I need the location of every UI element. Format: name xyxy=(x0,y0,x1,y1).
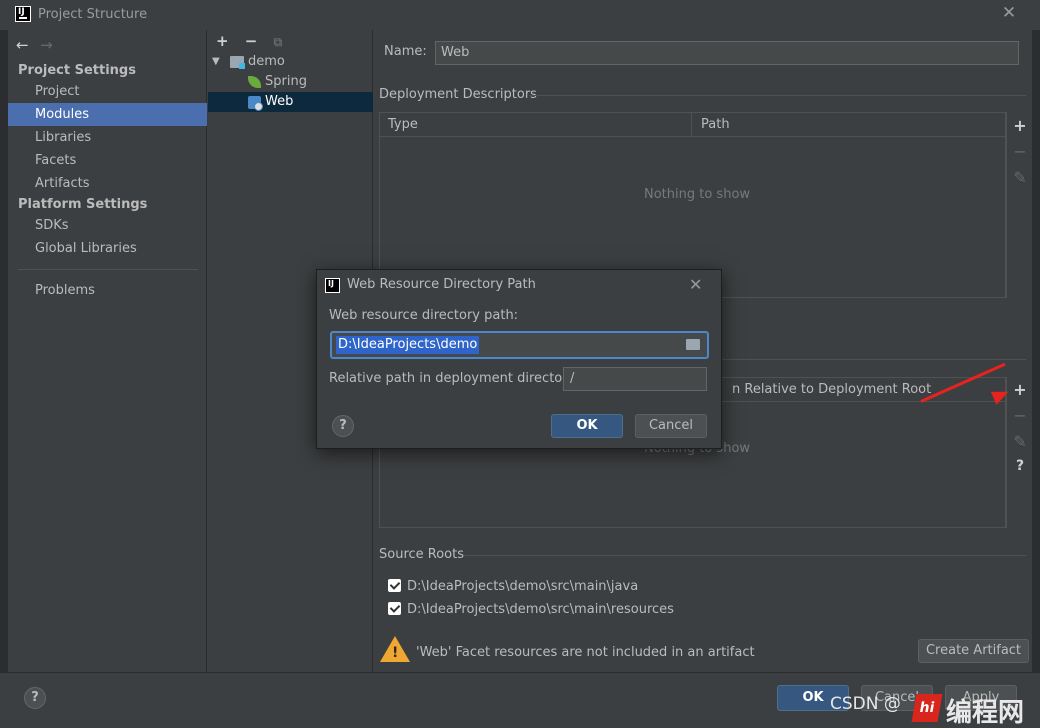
help-button[interactable]: ? xyxy=(24,687,46,709)
relative-path-input[interactable]: / xyxy=(563,367,707,391)
web-roots-toolbar: + − ✎ ? xyxy=(1006,377,1032,528)
create-artifact-button[interactable]: Create Artifact xyxy=(918,639,1029,663)
title-bar: IJ Project Structure ✕ xyxy=(0,0,1040,30)
sidebar-item-problems[interactable]: Problems xyxy=(8,279,207,302)
tree-node-spring[interactable]: Spring xyxy=(208,72,373,92)
tree-node-label: Spring xyxy=(265,74,307,89)
copy-icon[interactable]: ⧉ xyxy=(274,35,298,50)
back-arrow-icon[interactable]: ← xyxy=(16,36,36,54)
watermark-csdn: CSDN @ xyxy=(830,694,901,714)
add-web-root-icon[interactable]: + xyxy=(1011,380,1029,399)
table-header: Type Path xyxy=(380,113,1005,137)
sidebar-divider xyxy=(18,269,198,270)
window-title: Project Structure xyxy=(38,7,148,22)
sidebar-item-facets[interactable]: Facets xyxy=(8,149,207,172)
name-input[interactable]: Web xyxy=(435,41,1019,65)
checked-checkbox-icon[interactable] xyxy=(388,602,401,615)
tree-node-demo[interactable]: ▼ demo xyxy=(208,52,373,72)
settings-sidebar: ← → Project Settings Project Modules Lib… xyxy=(8,30,207,672)
add-icon[interactable]: + xyxy=(216,32,240,50)
sidebar-item-global-libraries[interactable]: Global Libraries xyxy=(8,237,207,260)
deployment-descriptors-title: Deployment Descriptors xyxy=(379,87,537,102)
sidebar-item-artifacts[interactable]: Artifacts xyxy=(8,172,207,195)
module-folder-icon xyxy=(230,56,245,69)
watermark-site: 编程网 xyxy=(946,698,1025,728)
source-roots-title: Source Roots xyxy=(379,547,465,562)
edit-descriptor-icon[interactable]: ✎ xyxy=(1011,168,1029,187)
spring-leaf-icon xyxy=(248,76,261,88)
source-root-checkbox[interactable]: D:\IdeaProjects\demo\src\main\resources xyxy=(388,600,674,620)
edit-web-root-icon[interactable]: ✎ xyxy=(1011,432,1029,451)
sidebar-item-modules[interactable]: Modules xyxy=(8,103,207,126)
remove-descriptor-icon[interactable]: − xyxy=(1011,142,1029,161)
directory-path-input[interactable]: D:\IdeaProjects\demo xyxy=(330,331,709,359)
group-divider xyxy=(529,95,1026,96)
sidebar-item-sdks[interactable]: SDKs xyxy=(8,214,207,237)
expand-triangle-icon[interactable]: ▼ xyxy=(212,52,220,72)
help-icon[interactable]: ? xyxy=(1011,458,1029,474)
watermark-logo: hi xyxy=(911,694,943,722)
group-divider xyxy=(464,555,1026,556)
navigation-arrows: ← → xyxy=(16,36,60,56)
name-label: Name: xyxy=(384,44,427,59)
intellij-logo-icon: IJ xyxy=(325,278,340,293)
close-icon[interactable]: ✕ xyxy=(1000,4,1018,22)
section-title-platform-settings: Platform Settings xyxy=(18,197,148,212)
background-window-edge xyxy=(1032,30,1040,672)
tree-node-web[interactable]: Web xyxy=(208,92,373,112)
dialog-title: Web Resource Directory Path xyxy=(347,277,536,292)
intellij-logo-icon: IJ xyxy=(15,6,31,22)
web-resource-directory-dialog: IJ Web Resource Directory Path ✕ Web res… xyxy=(316,269,722,449)
column-header-path[interactable]: Path xyxy=(693,113,1005,137)
web-facet-icon xyxy=(248,96,263,111)
remove-icon[interactable]: − xyxy=(245,32,269,50)
background-window-edge xyxy=(0,30,8,672)
warning-exclamation: ! xyxy=(392,645,399,661)
sidebar-item-project[interactable]: Project xyxy=(8,80,207,103)
tree-toolbar: + − ⧉ xyxy=(216,32,298,50)
checked-checkbox-icon[interactable] xyxy=(388,579,401,592)
remove-web-root-icon[interactable]: − xyxy=(1011,406,1029,425)
source-root-checkbox[interactable]: D:\IdeaProjects\demo\src\main\java xyxy=(388,577,638,597)
source-root-path: D:\IdeaProjects\demo\src\main\java xyxy=(407,579,639,594)
warning-message: 'Web' Facet resources are not included i… xyxy=(416,645,755,660)
add-descriptor-icon[interactable]: + xyxy=(1011,116,1029,135)
sidebar-item-libraries[interactable]: Libraries xyxy=(8,126,207,149)
tree-node-label: demo xyxy=(248,54,285,69)
dialog-help-button[interactable]: ? xyxy=(332,415,354,437)
dialog-ok-button[interactable]: OK xyxy=(551,414,623,438)
relative-path-label: Relative path in deployment directory: xyxy=(329,371,579,386)
section-title-project-settings: Project Settings xyxy=(18,63,136,78)
path-label: Web resource directory path: xyxy=(329,308,519,323)
dialog-cancel-button[interactable]: Cancel xyxy=(635,414,707,438)
close-icon[interactable]: ✕ xyxy=(689,275,702,294)
empty-table-text: Nothing to show xyxy=(644,187,751,202)
tree-node-label: Web xyxy=(265,94,294,109)
column-header-type[interactable]: Type xyxy=(380,113,692,137)
descriptors-toolbar: + − ✎ xyxy=(1006,112,1032,298)
forward-arrow-icon[interactable]: → xyxy=(40,36,60,54)
browse-folder-icon[interactable] xyxy=(686,339,700,350)
selected-path-text: D:\IdeaProjects\demo xyxy=(336,336,480,354)
source-root-path: D:\IdeaProjects\demo\src\main\resources xyxy=(407,602,674,617)
